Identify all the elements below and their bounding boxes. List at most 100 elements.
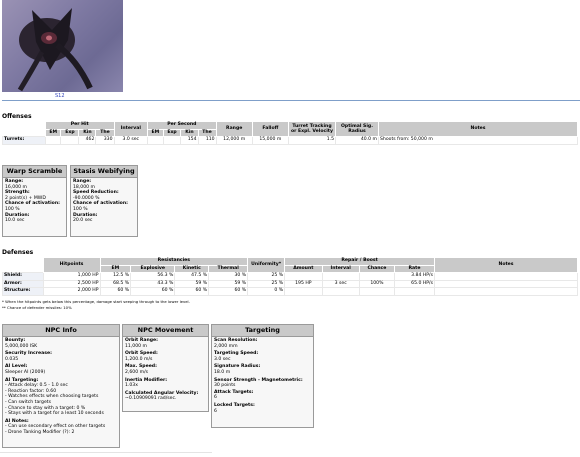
ps-the-header: The [197, 128, 217, 137]
defense-notes-header: Notes [434, 257, 578, 273]
ps-em-value [147, 136, 164, 145]
targeting-box: Targeting Scan Resolution: 2,000 mm Targ… [211, 324, 314, 428]
offenses-title: Offenses [2, 113, 32, 120]
rep-chance-header: Chance [358, 264, 395, 273]
interval-header: Interval [113, 121, 149, 137]
tracking-value: 1.5 [288, 136, 336, 145]
npc-movement-title: NPC Movement [123, 325, 208, 337]
structure-kinetic: 60 % [174, 287, 210, 296]
hit-the-header: The [95, 128, 115, 137]
offense-notes-value: Shoots from: 50,000 m [378, 136, 578, 145]
shield-rep-amount [284, 272, 323, 281]
hitpoints-header: Hitpoints [42, 257, 101, 273]
shield-row: Shield: 1,000 HP 12.5 % 56.3 % 47.5 % 30… [2, 272, 578, 281]
armor-label: Armor: [2, 279, 44, 288]
resistancies-header: Resistancies [99, 257, 249, 266]
rep-rate-header: Rate [393, 264, 436, 273]
notes-header: Notes [378, 121, 578, 137]
structure-rep-interval [321, 287, 360, 296]
res-em-header: EM [99, 264, 132, 273]
offenses-table: Per Hit Interval Per Second Range Fallof… [2, 121, 578, 145]
shield-kinetic: 47.5 % [174, 272, 210, 281]
turrets-row: Turrets: 462 330 3.0 sec 154 110 12,000 … [2, 136, 578, 145]
structure-rep-chance [358, 287, 395, 296]
sig-radius-value: 40.0 m [335, 136, 379, 145]
shield-hp: 1,000 HP [42, 272, 101, 281]
structure-hp: 2,000 HP [42, 287, 101, 296]
falloff-value: 15,000 m [251, 136, 290, 145]
defenses-corner [2, 257, 43, 273]
res-thermal-header: Thermal [208, 264, 249, 273]
armor-em: 68.5 % [99, 279, 132, 288]
armor-hp: 2,500 HP [42, 279, 101, 288]
range-value: 12,000 m [215, 136, 253, 145]
armor-uniformity: 25 % [247, 279, 286, 288]
targeting-speed-value: 3.0 sec [214, 356, 231, 362]
hit-exp-value [60, 136, 80, 145]
page-divider [0, 452, 212, 453]
locked-targets-value: 6 [214, 408, 217, 414]
npc-info-title: NPC Info [3, 325, 119, 337]
npc-movement-box: NPC Movement Orbit Range: 11,000 m Orbit… [122, 324, 209, 412]
bounty-value: 5,000,000 ISK [5, 343, 38, 349]
hit-kin-value: 462 [78, 136, 97, 145]
res-explosive-header: Explosive [130, 264, 176, 273]
structure-explosive: 60 % [130, 287, 176, 296]
shield-thermal: 30 % [208, 272, 249, 281]
shield-uniformity: 25 % [247, 272, 286, 281]
warp-duration-value: 10.0 sec [5, 218, 25, 224]
image-caption-bar: S12 [2, 92, 580, 101]
shield-rep-chance [358, 272, 395, 281]
hit-kin-header: Kin [78, 128, 97, 137]
signature-radius-value: 18.0 m [214, 369, 231, 375]
inertia-value: 1.03x [125, 383, 138, 389]
structure-notes [434, 287, 578, 296]
hit-em-header: EM [44, 128, 62, 137]
hit-exp-header: Exp [60, 128, 80, 137]
structure-uniformity: 0 % [247, 287, 286, 296]
armor-rep-chance: 100% [358, 279, 395, 288]
armor-thermal: 59 % [208, 279, 249, 288]
ps-exp-header: Exp [162, 128, 182, 137]
ps-kin-header: Kin [180, 128, 199, 137]
npc-info-box: NPC Info Bounty: 5,000,000 ISK Security … [2, 324, 120, 448]
angular-velocity-value: ~0.10909091 rad/sec. [125, 396, 177, 402]
armor-rep-amount: 195 HP [284, 279, 323, 288]
shield-rep-rate: 3.84 HP/s [393, 272, 436, 281]
hit-em-value [44, 136, 62, 145]
orbit-speed-value: 1,200.0 m/s [125, 356, 153, 362]
structure-thermal: 60 % [208, 287, 249, 296]
attack-targets-value: 6 [214, 395, 217, 401]
shield-explosive: 56.3 % [130, 272, 176, 281]
shield-em: 12.5 % [99, 272, 132, 281]
hit-the-value: 330 [95, 136, 115, 145]
ps-the-value: 110 [197, 136, 217, 145]
interval-value: 3.0 sec [113, 136, 149, 145]
defenses-title: Defenses [2, 249, 34, 256]
stasis-webifying-title: Stasis Webifying [71, 166, 137, 178]
warp-scramble-title: Warp Scramble [3, 166, 66, 178]
structure-em: 60 % [99, 287, 132, 296]
rep-amount-header: Amount [284, 264, 323, 273]
turrets-label: Turrets: [2, 136, 46, 145]
armor-explosive: 43.3 % [130, 279, 176, 288]
stasis-webifying-box: Stasis Webifying Range: 18,000 m Speed R… [70, 165, 138, 237]
orbit-range-value: 11,000 m [125, 343, 148, 349]
ps-kin-value: 154 [180, 136, 199, 145]
armor-row: Armor: 2,500 HP 68.5 % 43.3 % 59 % 59 % … [2, 279, 578, 288]
uniformity-header: Uniformity* [247, 257, 286, 273]
armor-rep-interval: 3 sec [321, 279, 360, 288]
warp-scramble-box: Warp Scramble Range: 16,000 m Strength: … [2, 165, 67, 237]
tracking-header: Turret Tracking or Expl. Velocity [288, 121, 336, 137]
structure-label: Structure: [2, 287, 44, 296]
image-caption[interactable]: S12 [55, 93, 65, 99]
armor-notes [434, 279, 578, 288]
ai-targeting-line: - Stays with a target for a least 10 sec… [5, 411, 104, 417]
shield-notes [434, 272, 578, 281]
falloff-header: Falloff [251, 121, 290, 137]
targeting-title: Targeting [212, 325, 313, 337]
ai-level-value: Sleeper AI (2009) [5, 369, 46, 375]
scan-resolution-value: 2,000 mm [214, 343, 238, 349]
defense-footnote-1: * When the hitpoints gets below this per… [2, 299, 190, 304]
range-header: Range [215, 121, 253, 137]
